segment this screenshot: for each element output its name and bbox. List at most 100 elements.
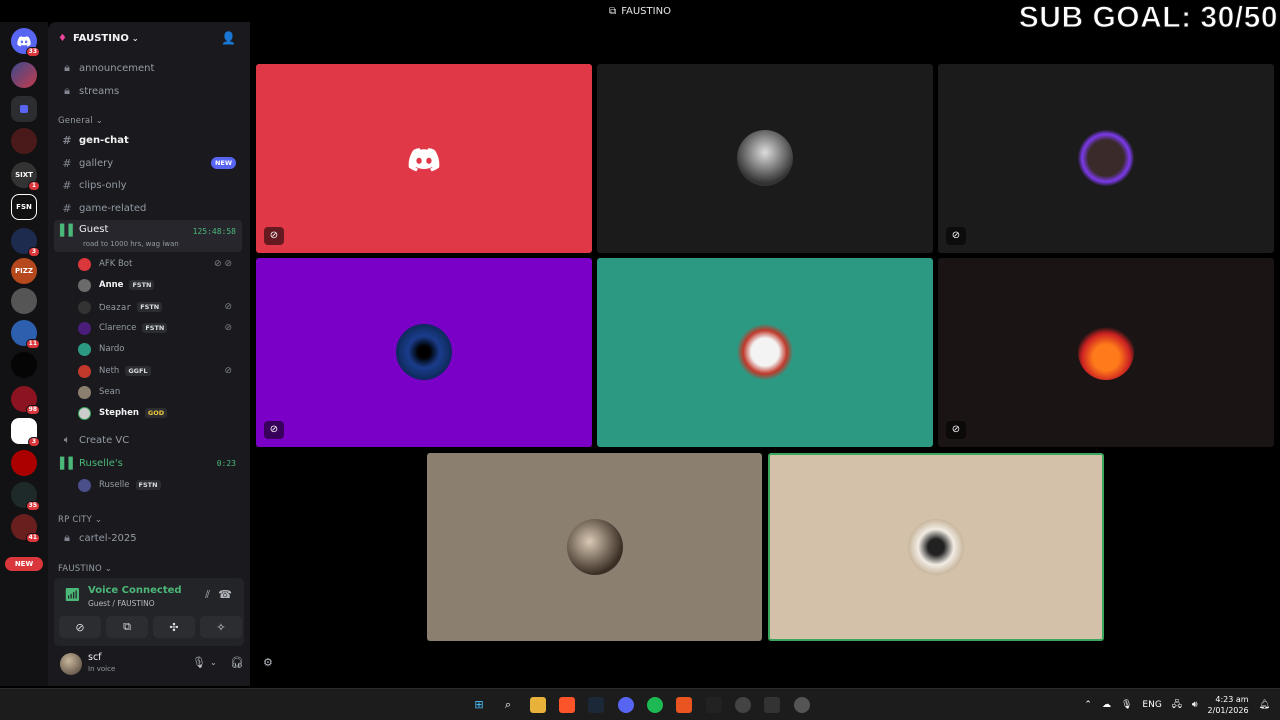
- voice-user[interactable]: Ꝺeazar FSTN ⊘: [78, 297, 238, 317]
- category-faustino[interactable]: FAUSTINO ⌄: [58, 564, 112, 574]
- server-icon[interactable]: 11: [11, 320, 40, 349]
- onedrive-icon[interactable]: ☁: [1102, 700, 1111, 710]
- server-icon[interactable]: SIXT 1: [11, 162, 40, 191]
- participant-tile[interactable]: ⊘: [938, 64, 1274, 253]
- voice-user[interactable]: Clarence FSTN ⊘: [78, 318, 238, 338]
- steam-icon[interactable]: [588, 697, 604, 713]
- participant-tile[interactable]: ⊘: [938, 258, 1274, 447]
- screen-share-button[interactable]: ⧉: [106, 616, 148, 638]
- voice-user[interactable]: Stephen GOD: [78, 403, 238, 423]
- unread-badge: 33: [25, 47, 40, 57]
- participant-tile[interactable]: ⊘: [256, 64, 592, 253]
- voice-user[interactable]: Sean: [78, 382, 238, 402]
- server-icon[interactable]: 98: [11, 386, 40, 415]
- participant-tile[interactable]: ⊘: [256, 258, 592, 447]
- muted-icon: ⊘: [224, 323, 232, 333]
- gear-icon[interactable]: ⚙: [263, 656, 273, 669]
- media-player-icon[interactable]: [794, 697, 810, 713]
- chevron-up-icon[interactable]: ⌃: [1084, 700, 1092, 710]
- voice-channel-guest[interactable]: ▌▌ Guest 125:48:58 road to 1000 hrs, wag…: [54, 220, 242, 252]
- new-servers-badge[interactable]: NEW: [5, 557, 43, 571]
- voice-channel-ruselles[interactable]: ▌▌ Ruselle's 0:23: [54, 453, 242, 473]
- voice-user[interactable]: Nardo: [78, 339, 238, 359]
- terminal-icon[interactable]: [706, 697, 722, 713]
- server-icon[interactable]: [11, 352, 37, 378]
- network-icon[interactable]: 🖧: [1172, 697, 1182, 713]
- create-vc-channel[interactable]: 🔈︎ Create VC: [54, 430, 242, 450]
- file-explorer-icon[interactable]: [530, 697, 546, 713]
- connection-signal-icon: 📶︎: [64, 588, 81, 603]
- voice-user[interactable]: Ruselle FSTN: [78, 475, 238, 495]
- discord-icon[interactable]: [618, 697, 634, 713]
- server-icon[interactable]: 3: [11, 418, 40, 447]
- user-name: Nardo: [99, 344, 125, 354]
- pizzeria-server-icon[interactable]: PIZZ: [11, 258, 37, 284]
- muted-icon: ⊘: [946, 421, 966, 439]
- disconnect-icon[interactable]: ☎: [218, 588, 232, 601]
- search-icon[interactable]: ⌕: [500, 697, 516, 713]
- volume-icon[interactable]: 🔊︎: [1192, 700, 1198, 710]
- voice-user[interactable]: Anne FSTN: [78, 275, 238, 295]
- language-indicator[interactable]: ENG: [1142, 700, 1161, 710]
- channel-announcement[interactable]: 🔒︎ announcement: [54, 58, 242, 78]
- notifications-icon[interactable]: 🔔︎: [1259, 700, 1270, 710]
- activities-button[interactable]: ✣: [153, 616, 195, 638]
- server-icon[interactable]: [11, 450, 37, 476]
- chevron-down-icon[interactable]: ⌄: [210, 658, 217, 667]
- channel-label: announcement: [79, 62, 155, 74]
- avatar: [908, 519, 964, 575]
- category-rp-city[interactable]: RP CITY ⌄: [58, 515, 102, 525]
- app-icon[interactable]: [676, 697, 692, 713]
- camera-off-icon: ⊘: [75, 620, 85, 634]
- participant-tile[interactable]: [597, 258, 933, 447]
- app-icon[interactable]: [764, 697, 780, 713]
- channel-gen-chat[interactable]: # gen-chat: [54, 130, 242, 150]
- clock[interactable]: 4:23 am 2/01/2026: [1208, 694, 1249, 716]
- noise-suppression-icon[interactable]: ⫽: [205, 588, 210, 602]
- user-status: In voice: [88, 665, 116, 673]
- soundboard-icon: ✧: [216, 620, 226, 634]
- unread-badge: 3: [28, 247, 40, 257]
- voice-timer: 125:48:58: [192, 227, 236, 236]
- direct-messages-icon[interactable]: 33: [11, 28, 40, 57]
- microphone-icon[interactable]: 🎙︎: [192, 656, 206, 669]
- hashtag-icon: #: [62, 156, 72, 170]
- channel-game-related[interactable]: # game-related: [54, 198, 242, 218]
- channel-clips-only[interactable]: # clips-only: [54, 175, 242, 195]
- spotify-icon[interactable]: [647, 697, 663, 713]
- brave-browser-icon[interactable]: [559, 697, 575, 713]
- headphones-icon[interactable]: 🎧︎: [230, 656, 244, 669]
- voice-user[interactable]: Neth GGFL ⊘: [78, 361, 238, 381]
- server-icon[interactable]: [11, 288, 37, 314]
- participant-tile[interactable]: [597, 64, 933, 253]
- user-name: Stephen: [99, 408, 139, 418]
- voice-location[interactable]: Guest / FAUSTINO: [88, 599, 155, 608]
- invite-people-icon[interactable]: 👤: [221, 31, 236, 45]
- participant-tile[interactable]: [427, 453, 762, 641]
- voice-user[interactable]: AFK Bot ⊘ ⊘: [78, 254, 238, 274]
- camera-off-button[interactable]: ⊘: [59, 616, 101, 638]
- server-icon[interactable]: [11, 62, 37, 88]
- server-folder-icon[interactable]: [11, 96, 37, 122]
- app-icon[interactable]: [735, 697, 751, 713]
- server-icon[interactable]: 41: [11, 514, 40, 543]
- channel-cartel-2025[interactable]: 🔒︎ cartel-2025: [54, 528, 242, 548]
- user-tag: FSTN: [137, 302, 163, 312]
- start-icon[interactable]: ⊞: [471, 697, 487, 713]
- channel-streams[interactable]: 🔒︎ streams: [54, 81, 242, 101]
- avatar: [737, 324, 793, 380]
- server-icon[interactable]: 35: [11, 482, 40, 511]
- muted-icon: ⊘: [224, 366, 232, 376]
- channel-gallery[interactable]: # gallery NEW: [54, 153, 242, 173]
- server-icon[interactable]: 3: [11, 228, 40, 257]
- category-label: General: [58, 116, 93, 126]
- participant-tile-speaking[interactable]: [768, 453, 1104, 641]
- server-header[interactable]: ♦ FAUSTINO ⌄: [48, 22, 250, 54]
- server-icon[interactable]: [11, 128, 37, 154]
- category-general[interactable]: General ⌄: [58, 116, 103, 126]
- user-tag: FSTN: [135, 480, 161, 490]
- soundboard-button[interactable]: ✧: [200, 616, 242, 638]
- faustino-server-icon[interactable]: FSN: [11, 194, 37, 220]
- microphone-icon[interactable]: 🎙︎: [1121, 700, 1132, 710]
- avatar[interactable]: [60, 653, 82, 675]
